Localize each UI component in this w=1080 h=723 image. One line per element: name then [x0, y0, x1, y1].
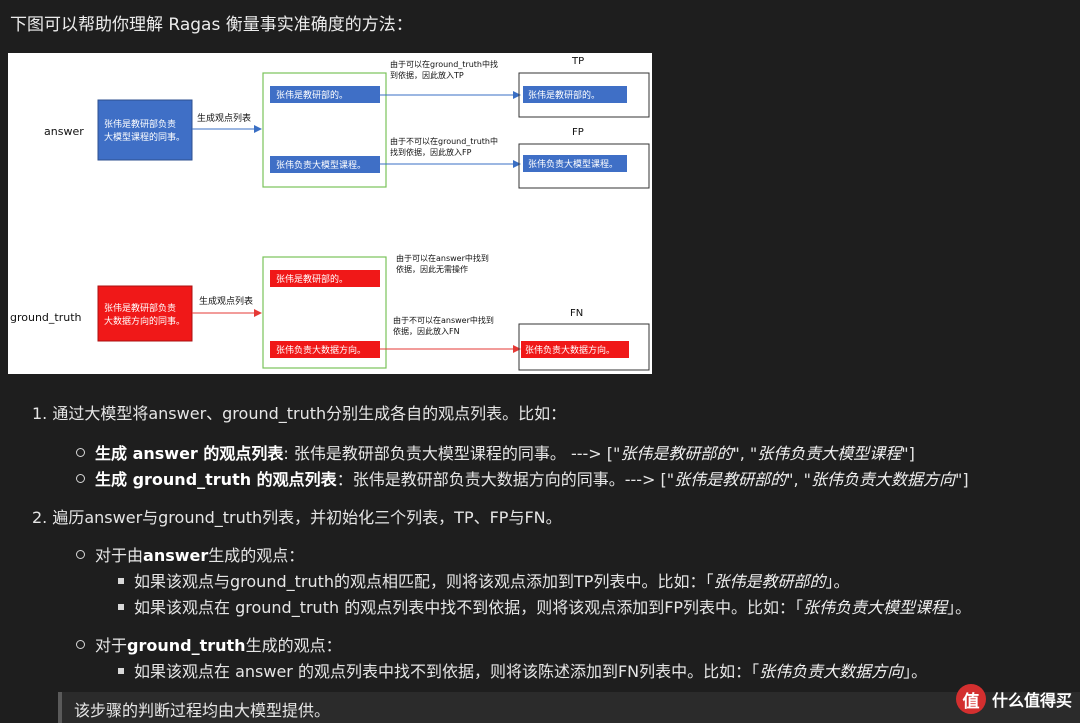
- step2-sub2: 对于ground_truth生成的观点：: [76, 632, 342, 656]
- step2-sub2-pre: 对于: [95, 636, 128, 655]
- step2-text: 遍历answer与ground_truth列表，并初始化三个列表，TP、FP与F…: [52, 508, 562, 527]
- gt-box-line1: 张伟是教研部负责: [104, 302, 176, 314]
- diagram-figure: answer ground_truth 张伟是教研部负责 大模型课程的同事。 张…: [8, 53, 652, 374]
- step2-sub1-item1-text: 如果该观点与ground_truth的观点相匹配，则将该观点添加到TP列表中。比…: [134, 572, 714, 591]
- note-fn-line2: 依据，因此放入FN: [393, 326, 460, 336]
- step1-gt-text: ：张伟是教研部负责大数据方向的同事。---> [": [336, 470, 675, 489]
- watermark: 值 什么值得买: [955, 682, 1072, 716]
- step1-gt-item: 生成 ground_truth 的观点列表：张伟是教研部负责大数据方向的同事。-…: [76, 466, 969, 490]
- step2-sub1-item1-example: 张伟是教研部的: [713, 572, 826, 591]
- step1-gt-end: "]: [955, 470, 969, 489]
- step1-answer-claim2: 张伟负责大模型课程: [757, 444, 902, 463]
- step2-sub2-item1-example: 张伟负责大数据方向: [759, 662, 904, 681]
- blockquote-note: 该步骤的判断过程均由大模型提供。: [58, 692, 1080, 723]
- intro-text: 下图可以帮助你理解 Ragas 衡量事实准确度的方法：: [10, 15, 413, 35]
- step2-sub2-bold: ground_truth: [127, 636, 246, 655]
- step1-gt-sep: ", ": [786, 470, 812, 489]
- step1-heading: 1. 通过大模型将answer、ground_truth分别生成各自的观点列表。…: [32, 400, 566, 424]
- circle-bullet-icon: [76, 640, 85, 649]
- step2-sub2-item1-text: 如果该观点在 answer 的观点列表中找不到依据，则将该陈述添加到FN列表中。…: [134, 662, 760, 681]
- step1-answer-bold: 生成 answer 的观点列表: [95, 444, 284, 463]
- step2-sub2-item1: 如果该观点在 answer 的观点列表中找不到依据，则将该陈述添加到FN列表中。…: [118, 658, 927, 682]
- note-fn-line1: 由于不可以在answer中找到: [393, 315, 494, 325]
- circle-bullet-icon: [76, 448, 85, 457]
- step1-gt-claim2: 张伟负责大数据方向: [811, 470, 956, 489]
- step1-answer-item: 生成 answer 的观点列表: 张伟是教研部负责大模型课程的同事。 ---> …: [76, 440, 915, 464]
- step2-number: 2.: [32, 508, 48, 527]
- step2-sub1-item1-end: 」。: [825, 572, 850, 591]
- step2-sub1-item2-text: 如果该观点在 ground_truth 的观点列表中找不到依据，则将该观点添加到…: [134, 598, 804, 617]
- tp-label: TP: [571, 56, 584, 67]
- fn-label: FN: [570, 308, 583, 319]
- step1-number: 1.: [32, 404, 48, 423]
- answer-box-line2: 大模型课程的同事。: [104, 131, 185, 143]
- square-bullet-icon: [118, 577, 124, 584]
- circle-bullet-icon: [76, 474, 85, 483]
- square-bullet-icon: [118, 667, 124, 674]
- fp-label: FP: [572, 127, 584, 138]
- gt-claim-2-text: 张伟负责大数据方向。: [276, 344, 366, 356]
- gt-box-line2: 大数据方向的同事。: [104, 315, 185, 327]
- answer-label: answer: [44, 125, 84, 138]
- fp-item-text: 张伟负责大模型课程。: [528, 158, 618, 170]
- step2-sub2-post: 生成的观点：: [245, 636, 342, 655]
- answer-box-line1: 张伟是教研部负责: [104, 118, 176, 130]
- note-fp-line1: 由于不可以在ground_truth中: [390, 136, 498, 146]
- note-tp-line1: 由于可以在ground_truth中找: [390, 59, 498, 69]
- step2-heading: 2. 遍历answer与ground_truth列表，并初始化三个列表，TP、F…: [32, 504, 562, 528]
- step2-sub1: 对于由answer生成的观点：: [76, 542, 304, 566]
- step2-sub1-item2-example: 张伟负责大模型课程: [803, 598, 948, 617]
- step1-text: 通过大模型将answer、ground_truth分别生成各自的观点列表。比如：: [52, 404, 567, 423]
- step1-answer-claim1: 张伟是教研部的: [620, 444, 733, 463]
- fn-item-text: 张伟负责大数据方向。: [525, 344, 615, 356]
- step2-sub1-item1: 如果该观点与ground_truth的观点相匹配，则将该观点添加到TP列表中。比…: [118, 568, 849, 592]
- step2-sub1-pre: 对于由: [95, 546, 144, 565]
- step1-gt-claim1: 张伟是教研部的: [674, 470, 787, 489]
- circle-bullet-icon: [76, 550, 85, 559]
- step1-answer-sep: ", ": [732, 444, 758, 463]
- gt-claim-1-text: 张伟是教研部的。: [276, 273, 348, 285]
- watermark-text: 什么值得买: [991, 691, 1072, 710]
- note-fp-line2: 找到依据，因此放入FP: [390, 147, 472, 157]
- smzdm-logo-icon: 值: [955, 684, 986, 714]
- step2-sub1-item2: 如果该观点在 ground_truth 的观点列表中找不到依据，则将该观点添加到…: [118, 594, 971, 618]
- step2-sub1-bold: answer: [143, 546, 209, 565]
- note-tp-line2: 到依据，因此放入TP: [390, 70, 464, 80]
- note-none-line2: 依据，因此无需操作: [396, 264, 468, 274]
- gen-label-top: 生成观点列表: [197, 112, 251, 124]
- step2-sub2-item1-end: 」。: [903, 662, 928, 681]
- step2-sub1-post: 生成的观点：: [208, 546, 305, 565]
- step1-gt-bold: 生成 ground_truth 的观点列表: [95, 470, 337, 489]
- step2-sub1-item2-end: 」。: [947, 598, 972, 617]
- note-none-line1: 由于可以在answer中找到: [396, 253, 489, 263]
- gen-label-bottom: 生成观点列表: [199, 295, 253, 307]
- answer-box: [97, 99, 193, 161]
- step1-answer-text: : 张伟是教研部负责大模型课程的同事。 ---> [": [283, 444, 621, 463]
- diagram-svg: answer ground_truth 张伟是教研部负责 大模型课程的同事。 张…: [10, 56, 650, 371]
- answer-claim-1-text: 张伟是教研部的。: [276, 89, 348, 101]
- square-bullet-icon: [118, 603, 124, 610]
- blockquote-text: 该步骤的判断过程均由大模型提供。: [74, 701, 331, 720]
- tp-item-text: 张伟是教研部的。: [528, 89, 600, 101]
- ground-truth-label: ground_truth: [10, 311, 82, 324]
- answer-claim-2-text: 张伟负责大模型课程。: [276, 159, 366, 171]
- step1-answer-end: "]: [901, 444, 915, 463]
